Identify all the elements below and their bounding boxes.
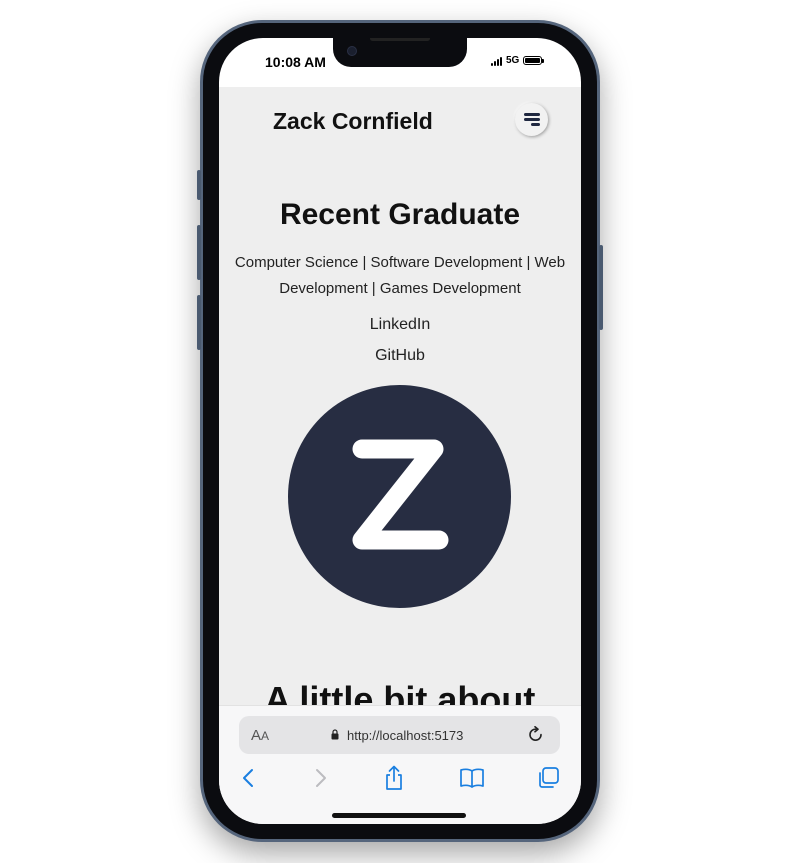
address-bar[interactable]: AA http://localhost:5173 xyxy=(239,716,560,754)
forward-icon[interactable] xyxy=(307,765,333,791)
reload-icon[interactable] xyxy=(527,726,545,744)
power-button xyxy=(599,245,603,330)
home-indicator xyxy=(332,813,466,818)
speaker xyxy=(370,38,430,41)
hero-subtitle: Computer Science | Software Development … xyxy=(234,254,566,297)
network-label: 5G xyxy=(506,55,520,66)
url-text[interactable]: http://localhost:5173 xyxy=(347,728,463,743)
web-page: Zack Cornfield Recent Graduate Computer … xyxy=(219,87,581,705)
signal-icon xyxy=(491,56,502,66)
action-button xyxy=(197,170,201,200)
status-indicators: 5G xyxy=(491,55,545,66)
menu-icon-line xyxy=(531,123,540,126)
status-time: 10:08 AM xyxy=(265,54,326,70)
logo-letter-icon xyxy=(352,439,449,550)
notch xyxy=(333,38,467,67)
menu-button[interactable] xyxy=(515,103,548,136)
phone-screen: 10:08 AM 5G Zack Cornfield Recent Gradua… xyxy=(219,38,581,824)
menu-icon xyxy=(524,113,540,116)
github-link[interactable]: GitHub xyxy=(219,347,581,365)
lock-icon xyxy=(331,729,339,740)
about-heading: A little bit about xyxy=(264,679,536,705)
volume-up-button xyxy=(197,225,201,280)
share-icon[interactable] xyxy=(381,765,407,791)
volume-down-button xyxy=(197,295,201,350)
bookmarks-icon[interactable] xyxy=(459,765,485,791)
browser-toolbar: AA http://localhost:5173 xyxy=(219,705,581,824)
back-icon[interactable] xyxy=(236,765,262,791)
battery-icon xyxy=(523,56,545,65)
linkedin-link[interactable]: LinkedIn xyxy=(219,316,581,334)
text-size-button[interactable]: AA xyxy=(251,727,269,744)
logo xyxy=(288,385,511,608)
menu-icon-line xyxy=(524,118,540,121)
tabs-icon[interactable] xyxy=(535,765,561,791)
site-title[interactable]: Zack Cornfield xyxy=(273,108,433,135)
hero-title: Recent Graduate xyxy=(279,198,521,231)
camera-icon xyxy=(347,46,357,56)
